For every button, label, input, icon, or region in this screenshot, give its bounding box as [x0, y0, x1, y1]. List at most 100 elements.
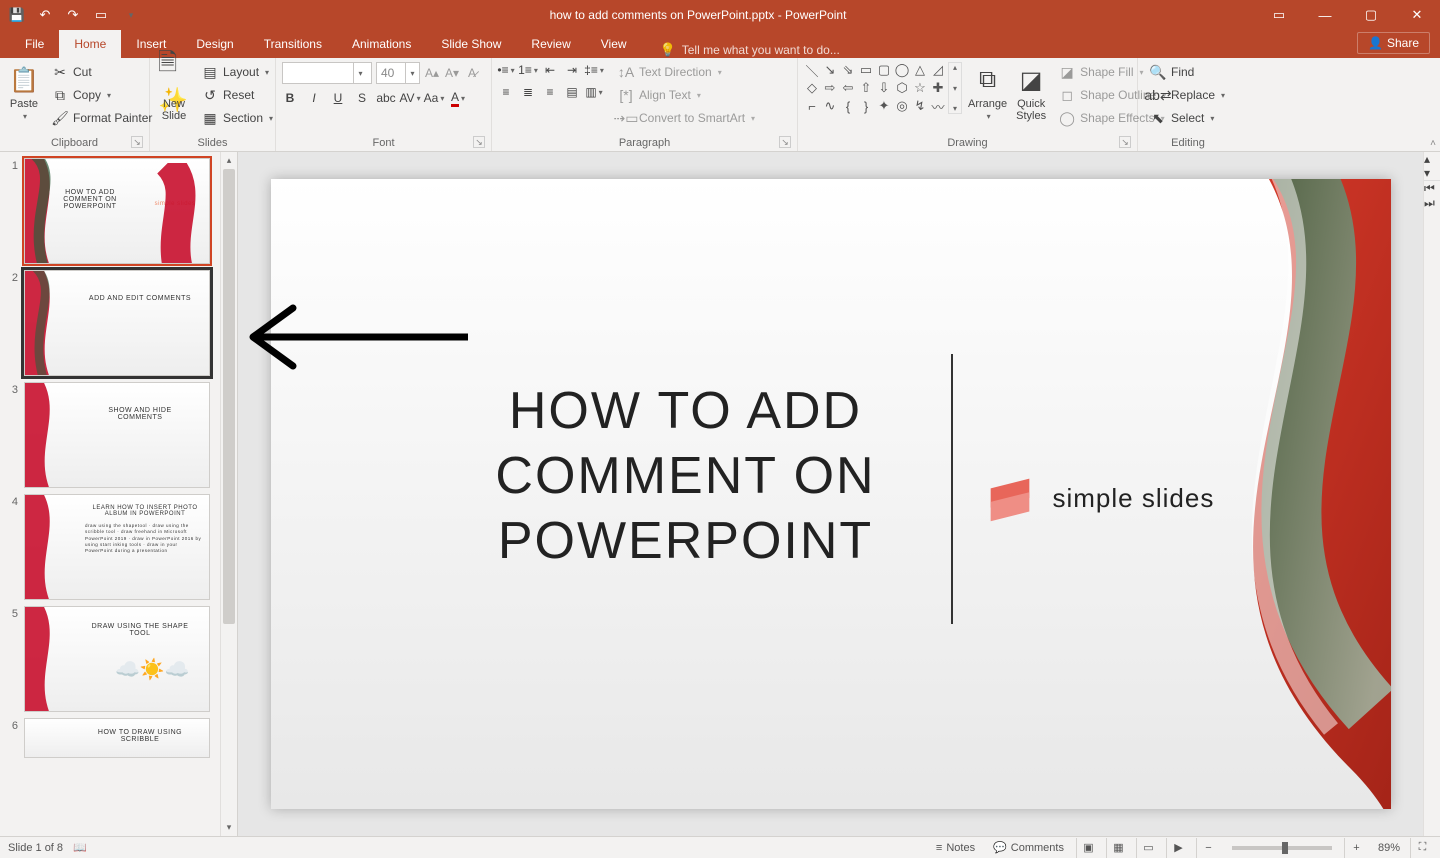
copy-button[interactable]: ⧉Copy▾ — [46, 85, 157, 105]
paragraph-dialog-launcher-icon[interactable]: ↘ — [779, 136, 791, 148]
slide-thumbnail[interactable]: 3 SHOW AND HIDE COMMENTS — [0, 382, 216, 488]
zoom-in-icon[interactable]: + — [1344, 838, 1368, 858]
numbering-icon[interactable]: 1≡▾ — [520, 62, 536, 78]
shape-freeform-icon[interactable]: 〰 — [930, 98, 946, 114]
slide-canvas-container[interactable]: HOW TO ADD COMMENT ON POWERPOINT simple … — [238, 152, 1423, 836]
shapes-gallery-scroll[interactable]: ▴▾▾ — [948, 62, 962, 114]
tab-home[interactable]: Home — [59, 30, 121, 58]
normal-view-icon[interactable]: ▣ — [1076, 838, 1100, 858]
decrease-font-icon[interactable]: A▾ — [444, 65, 460, 81]
cut-button[interactable]: ✂Cut — [46, 62, 157, 82]
scrollbar-thumb[interactable] — [223, 169, 235, 624]
ribbon-display-options-icon[interactable]: ▭ — [1256, 0, 1302, 30]
slide-thumbnail-5[interactable]: DRAW USING THE SHAPE TOOL ☁️☀️☁️ — [24, 606, 210, 712]
zoom-percent[interactable]: 89% — [1374, 842, 1404, 854]
char-spacing-icon[interactable]: AV▾ — [402, 90, 418, 106]
zoom-out-icon[interactable]: − — [1196, 838, 1220, 858]
slide-canvas[interactable]: HOW TO ADD COMMENT ON POWERPOINT simple … — [271, 179, 1391, 809]
font-dialog-launcher-icon[interactable]: ↘ — [473, 136, 485, 148]
format-painter-button[interactable]: 🖌Format Painter — [46, 108, 157, 128]
reset-button[interactable]: ↺Reset — [196, 85, 278, 105]
tab-review[interactable]: Review — [516, 30, 585, 58]
minimize-icon[interactable]: — — [1302, 0, 1348, 30]
shape-brace-right-icon[interactable]: } — [858, 98, 874, 114]
qat-customize-icon[interactable]: ▾ — [122, 6, 140, 24]
shape-elbow-icon[interactable]: ⌐ — [804, 98, 820, 114]
justify-icon[interactable]: ▤ — [564, 84, 580, 100]
increase-font-icon[interactable]: A▴ — [424, 65, 440, 81]
redo-icon[interactable]: ↷ — [64, 6, 82, 24]
select-button[interactable]: ⬉Select▾ — [1144, 108, 1232, 128]
shape-cross-icon[interactable]: ✚ — [930, 80, 946, 96]
align-right-icon[interactable]: ≡ — [542, 84, 558, 100]
replace-button[interactable]: ab⇄Replace▾ — [1144, 85, 1232, 105]
layout-button[interactable]: ▤Layout▾ — [196, 62, 278, 82]
align-text-button[interactable]: [*]Align Text▾ — [612, 85, 760, 105]
slide-thumbnail[interactable]: 1 HOW TO ADD COMMENT ON POWERPOINT simpl… — [0, 158, 216, 264]
thumbnail-scrollbar[interactable]: ▴ ▾ — [220, 152, 237, 836]
slide-thumbnail[interactable]: 5 DRAW USING THE SHAPE TOOL ☁️☀️☁️ — [0, 606, 216, 712]
chevron-down-icon[interactable]: ▾ — [353, 63, 367, 83]
shape-oval-icon[interactable]: ◯ — [894, 62, 910, 78]
slide-sorter-view-icon[interactable]: ▦ — [1106, 838, 1130, 858]
underline-icon[interactable]: U — [330, 90, 346, 106]
slide-scrollbar[interactable]: ▴ ▾ ⏮ ⏭ — [1423, 152, 1440, 836]
font-size-combo[interactable]: ▾ — [376, 62, 420, 84]
clear-formatting-icon[interactable]: A̷ — [464, 65, 480, 81]
scroll-up-icon[interactable]: ▴ — [221, 152, 237, 169]
scroll-down-icon[interactable]: ▾ — [1424, 166, 1440, 180]
slide-title[interactable]: HOW TO ADD COMMENT ON POWERPOINT — [441, 379, 931, 574]
bullets-icon[interactable]: •≡▾ — [498, 62, 514, 78]
save-icon[interactable]: 💾 — [8, 6, 26, 24]
slide-thumbnail[interactable]: 2 ADD AND EDIT COMMENTS — [0, 270, 216, 376]
text-direction-button[interactable]: ↕AText Direction▾ — [612, 62, 760, 82]
slide-thumbnail[interactable]: 6 HOW TO DRAW USING SCRIBBLE — [0, 718, 216, 758]
new-slide-button[interactable]: 🗎✨ New Slide — [156, 62, 192, 124]
font-size-input[interactable] — [377, 66, 405, 80]
font-name-combo[interactable]: ▾ — [282, 62, 372, 84]
shape-connector-icon[interactable]: ↯ — [912, 98, 928, 114]
shape-arrow-right-icon[interactable]: ⇨ — [822, 80, 838, 96]
slide-thumbnail-1[interactable]: HOW TO ADD COMMENT ON POWERPOINT simple … — [24, 158, 210, 264]
chevron-down-icon[interactable]: ▾ — [405, 63, 419, 83]
shape-arrow-down-icon[interactable]: ⇩ — [876, 80, 892, 96]
spellcheck-icon[interactable]: 📖 — [73, 841, 87, 854]
quick-styles-button[interactable]: ◪ Quick Styles — [1013, 62, 1049, 124]
tab-view[interactable]: View — [586, 30, 642, 58]
prev-slide-icon[interactable]: ⏮ — [1424, 180, 1440, 196]
drawing-dialog-launcher-icon[interactable]: ↘ — [1119, 136, 1131, 148]
start-from-beginning-icon[interactable]: ▭ — [92, 6, 110, 24]
arrange-button[interactable]: ⧉ Arrange▾ — [966, 62, 1009, 125]
shape-line-arrow-icon[interactable]: ↘ — [822, 62, 838, 78]
increase-indent-icon[interactable]: ⇥ — [564, 62, 580, 78]
shape-line-icon[interactable]: ＼ — [804, 62, 820, 78]
font-color-icon[interactable]: A▾ — [450, 90, 466, 106]
align-left-icon[interactable]: ≡ — [498, 84, 514, 100]
line-spacing-icon[interactable]: ‡≡▾ — [586, 62, 602, 78]
slide-thumbnail-2[interactable]: ADD AND EDIT COMMENTS — [24, 270, 210, 376]
tell-me-search[interactable]: 💡 Tell me what you want to do... — [642, 42, 840, 58]
columns-icon[interactable]: ▥▾ — [586, 84, 602, 100]
shape-triangle-icon[interactable]: △ — [912, 62, 928, 78]
paste-button[interactable]: 📋 Paste▾ — [6, 62, 42, 125]
shape-hexagon-icon[interactable]: ⬡ — [894, 80, 910, 96]
share-button[interactable]: 👤 Share — [1357, 32, 1430, 54]
shape-rect-icon[interactable]: ▭ — [858, 62, 874, 78]
clipboard-dialog-launcher-icon[interactable]: ↘ — [131, 136, 143, 148]
slide-thumbnail-6[interactable]: HOW TO DRAW USING SCRIBBLE — [24, 718, 210, 758]
scroll-up-icon[interactable]: ▴ — [1424, 152, 1440, 166]
fit-to-window-icon[interactable]: ⛶ — [1410, 838, 1434, 858]
shape-curve-icon[interactable]: ∿ — [822, 98, 838, 114]
slide-thumbnail-3[interactable]: SHOW AND HIDE COMMENTS — [24, 382, 210, 488]
close-icon[interactable]: ✕ — [1394, 0, 1440, 30]
shape-star4-icon[interactable]: ✦ — [876, 98, 892, 114]
slideshow-view-icon[interactable]: ▶ — [1166, 838, 1190, 858]
tab-slide-show[interactable]: Slide Show — [426, 30, 516, 58]
section-button[interactable]: ▦Section▾ — [196, 108, 278, 128]
comments-button[interactable]: 💬Comments — [987, 837, 1070, 859]
shape-callout-icon[interactable]: ◎ — [894, 98, 910, 114]
shape-right-triangle-icon[interactable]: ◿ — [930, 62, 946, 78]
bold-icon[interactable]: B — [282, 90, 298, 106]
zoom-slider-thumb[interactable] — [1282, 842, 1288, 854]
shape-arrow-left-icon[interactable]: ⇦ — [840, 80, 856, 96]
